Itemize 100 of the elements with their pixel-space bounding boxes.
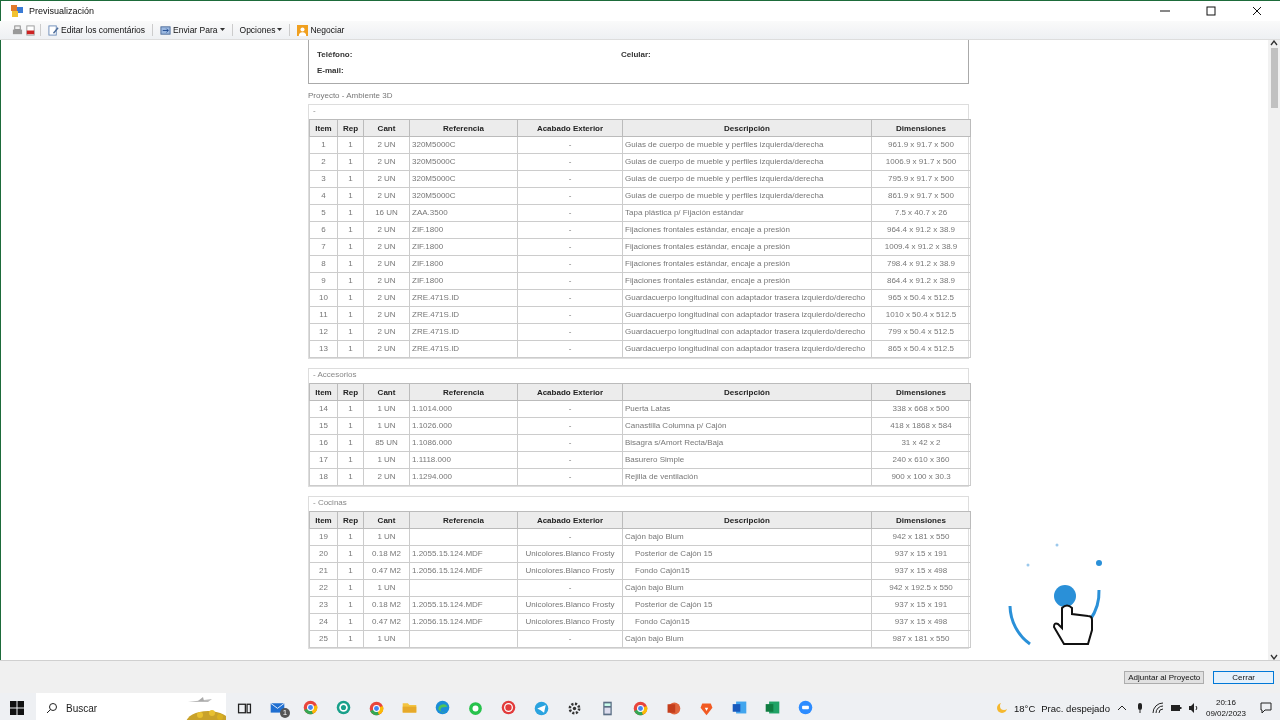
circle-app-icon xyxy=(335,698,352,716)
scroll-down-icon[interactable] xyxy=(1270,654,1278,660)
table-cell: 987 x 181 x 550 xyxy=(871,630,971,648)
table-cell: 2 UN xyxy=(363,255,410,273)
table-cell: 795.9 x 91.7 x 500 xyxy=(871,170,971,188)
table-cell: 1 xyxy=(337,272,364,290)
table-cell: 1.1294.000 xyxy=(409,468,518,486)
windows-start-icon[interactable] xyxy=(10,701,24,715)
table-cell: 2 UN xyxy=(363,187,410,205)
table-cell: 18 xyxy=(309,468,338,486)
table-cell: 1 xyxy=(337,417,364,435)
table-cell: Rejilla de ventilación xyxy=(622,468,872,486)
table-cell: Guias de cuerpo de mueble y perfiles izquierda/derecha xyxy=(622,153,872,171)
table-cell: 4 xyxy=(309,187,338,205)
table-cell: 320M5000C xyxy=(409,187,518,205)
table-cell: 7 xyxy=(309,238,338,256)
wifi-icon[interactable] xyxy=(1151,702,1164,714)
table-cell: 1 xyxy=(337,238,364,256)
table-cell: 1.2055.15.124.MDF xyxy=(409,545,518,563)
toolbar-button[interactable]: Editar los comentários xyxy=(45,22,149,38)
table-cell: 20 xyxy=(309,545,338,563)
table-cell: 1 UN xyxy=(363,400,410,418)
pdf-icon[interactable] xyxy=(25,24,36,36)
dialog-button[interactable]: Cerrar xyxy=(1213,670,1274,684)
table-cell: 1 xyxy=(337,400,364,418)
table-cell: 16 UN xyxy=(363,204,410,222)
table-cell: ZIF.1800 xyxy=(409,238,518,256)
table-cell: 240 x 610 x 360 xyxy=(871,451,971,469)
table-cell: 1 xyxy=(337,136,364,154)
table-cell: 937 x 15 x 498 xyxy=(871,562,971,580)
table-cell: 2 UN xyxy=(363,289,410,307)
section-title: - xyxy=(313,106,316,115)
table-cell: 2 UN xyxy=(363,323,410,341)
table-cell: 1 xyxy=(337,221,364,239)
column-header: Dimensiones xyxy=(871,119,971,137)
column-header: Descripción xyxy=(622,383,872,401)
table-cell: 1 xyxy=(309,136,338,154)
table-cell: Tapa plástica p/ Fijación estándar xyxy=(622,204,872,222)
printer-icon[interactable] xyxy=(12,24,23,36)
table-cell: Guias de cuerpo de mueble y perfiles izquierda/derecha xyxy=(622,136,872,154)
battery-icon[interactable] xyxy=(1169,702,1182,714)
table-cell: 0.47 M2 xyxy=(363,613,410,631)
toolbar-button[interactable]: Negociar xyxy=(294,22,348,38)
table-cell: ZRE.471S.ID xyxy=(409,340,518,358)
column-header: Acabado Exterior xyxy=(517,383,623,401)
table-cell: 1 xyxy=(337,170,364,188)
notification-icon[interactable] xyxy=(1260,702,1272,714)
field-label: E-mail: xyxy=(317,66,344,75)
column-header: Dimensiones xyxy=(871,511,971,529)
table-cell: 5 xyxy=(309,204,338,222)
table-cell: 964.4 x 91.2 x 38.9 xyxy=(871,221,971,239)
table-cell: - xyxy=(517,153,623,171)
table-cell: 15 xyxy=(309,417,338,435)
weather-moon-icon xyxy=(996,702,1009,714)
table-cell: 320M5000C xyxy=(409,136,518,154)
search-icon xyxy=(46,702,58,714)
toolbar-button[interactable]: Enviar Para xyxy=(157,22,228,38)
table-cell: 320M5000C xyxy=(409,170,518,188)
table-cell: 799 x 50.4 x 512.5 xyxy=(871,323,971,341)
table-cell: 1006.9 x 91.7 x 500 xyxy=(871,153,971,171)
column-header: Cant xyxy=(363,119,410,137)
table-cell: 1 xyxy=(337,596,364,614)
table-cell: 961.9 x 91.7 x 500 xyxy=(871,136,971,154)
project-title: Proyecto - Ambiente 3D xyxy=(308,91,393,100)
table-cell: ZIF.1800 xyxy=(409,255,518,273)
toolbar-button[interactable]: Opciones xyxy=(236,22,286,38)
dialog-button[interactable]: Adjuntar al Proyecto xyxy=(1124,670,1205,684)
table-cell: ZIF.1800 xyxy=(409,272,518,290)
scrollbar-thumb[interactable] xyxy=(1270,48,1278,108)
table-cell: - xyxy=(517,417,623,435)
table-cell: 85 UN xyxy=(363,434,410,452)
table-cell: 1 xyxy=(337,289,364,307)
table-cell: 1.1014.000 xyxy=(409,400,518,418)
table-cell: 2 UN xyxy=(363,306,410,324)
table-cell: 942 x 192.5 x 550 xyxy=(871,579,971,597)
window-title: Previsualización xyxy=(29,6,95,16)
table-cell: Puerta Latas xyxy=(622,400,872,418)
notification-badge: 1 xyxy=(280,708,290,718)
table-cell: 1 UN xyxy=(363,579,410,597)
table-cell: 31 x 42 x 2 xyxy=(871,434,971,452)
table-cell: - xyxy=(517,340,623,358)
table-cell: ZRE.471S.ID xyxy=(409,306,518,324)
table-cell: 1 UN xyxy=(363,451,410,469)
table-cell: 1 xyxy=(337,153,364,171)
scroll-up-icon[interactable] xyxy=(1270,40,1278,46)
table-cell: 1 xyxy=(337,255,364,273)
column-header: Acabado Exterior xyxy=(517,119,623,137)
clock-date: 09/02/2023 xyxy=(1205,708,1246,719)
speaker-icon[interactable] xyxy=(1187,702,1200,714)
table-cell: - xyxy=(517,400,623,418)
table-cell: Fijaciones frontales estándar, encaje a presión xyxy=(622,221,872,239)
table-cell: - xyxy=(517,468,623,486)
table-cell: - xyxy=(517,323,623,341)
table-cell: - xyxy=(517,255,623,273)
video-call-icon xyxy=(797,698,814,716)
taskbar-button[interactable]: 1 xyxy=(261,693,294,720)
table-cell: 1 xyxy=(337,434,364,452)
document-edit-icon xyxy=(48,24,59,36)
table-cell: ZAA.3500 xyxy=(409,204,518,222)
table-cell: 1 UN xyxy=(363,417,410,435)
